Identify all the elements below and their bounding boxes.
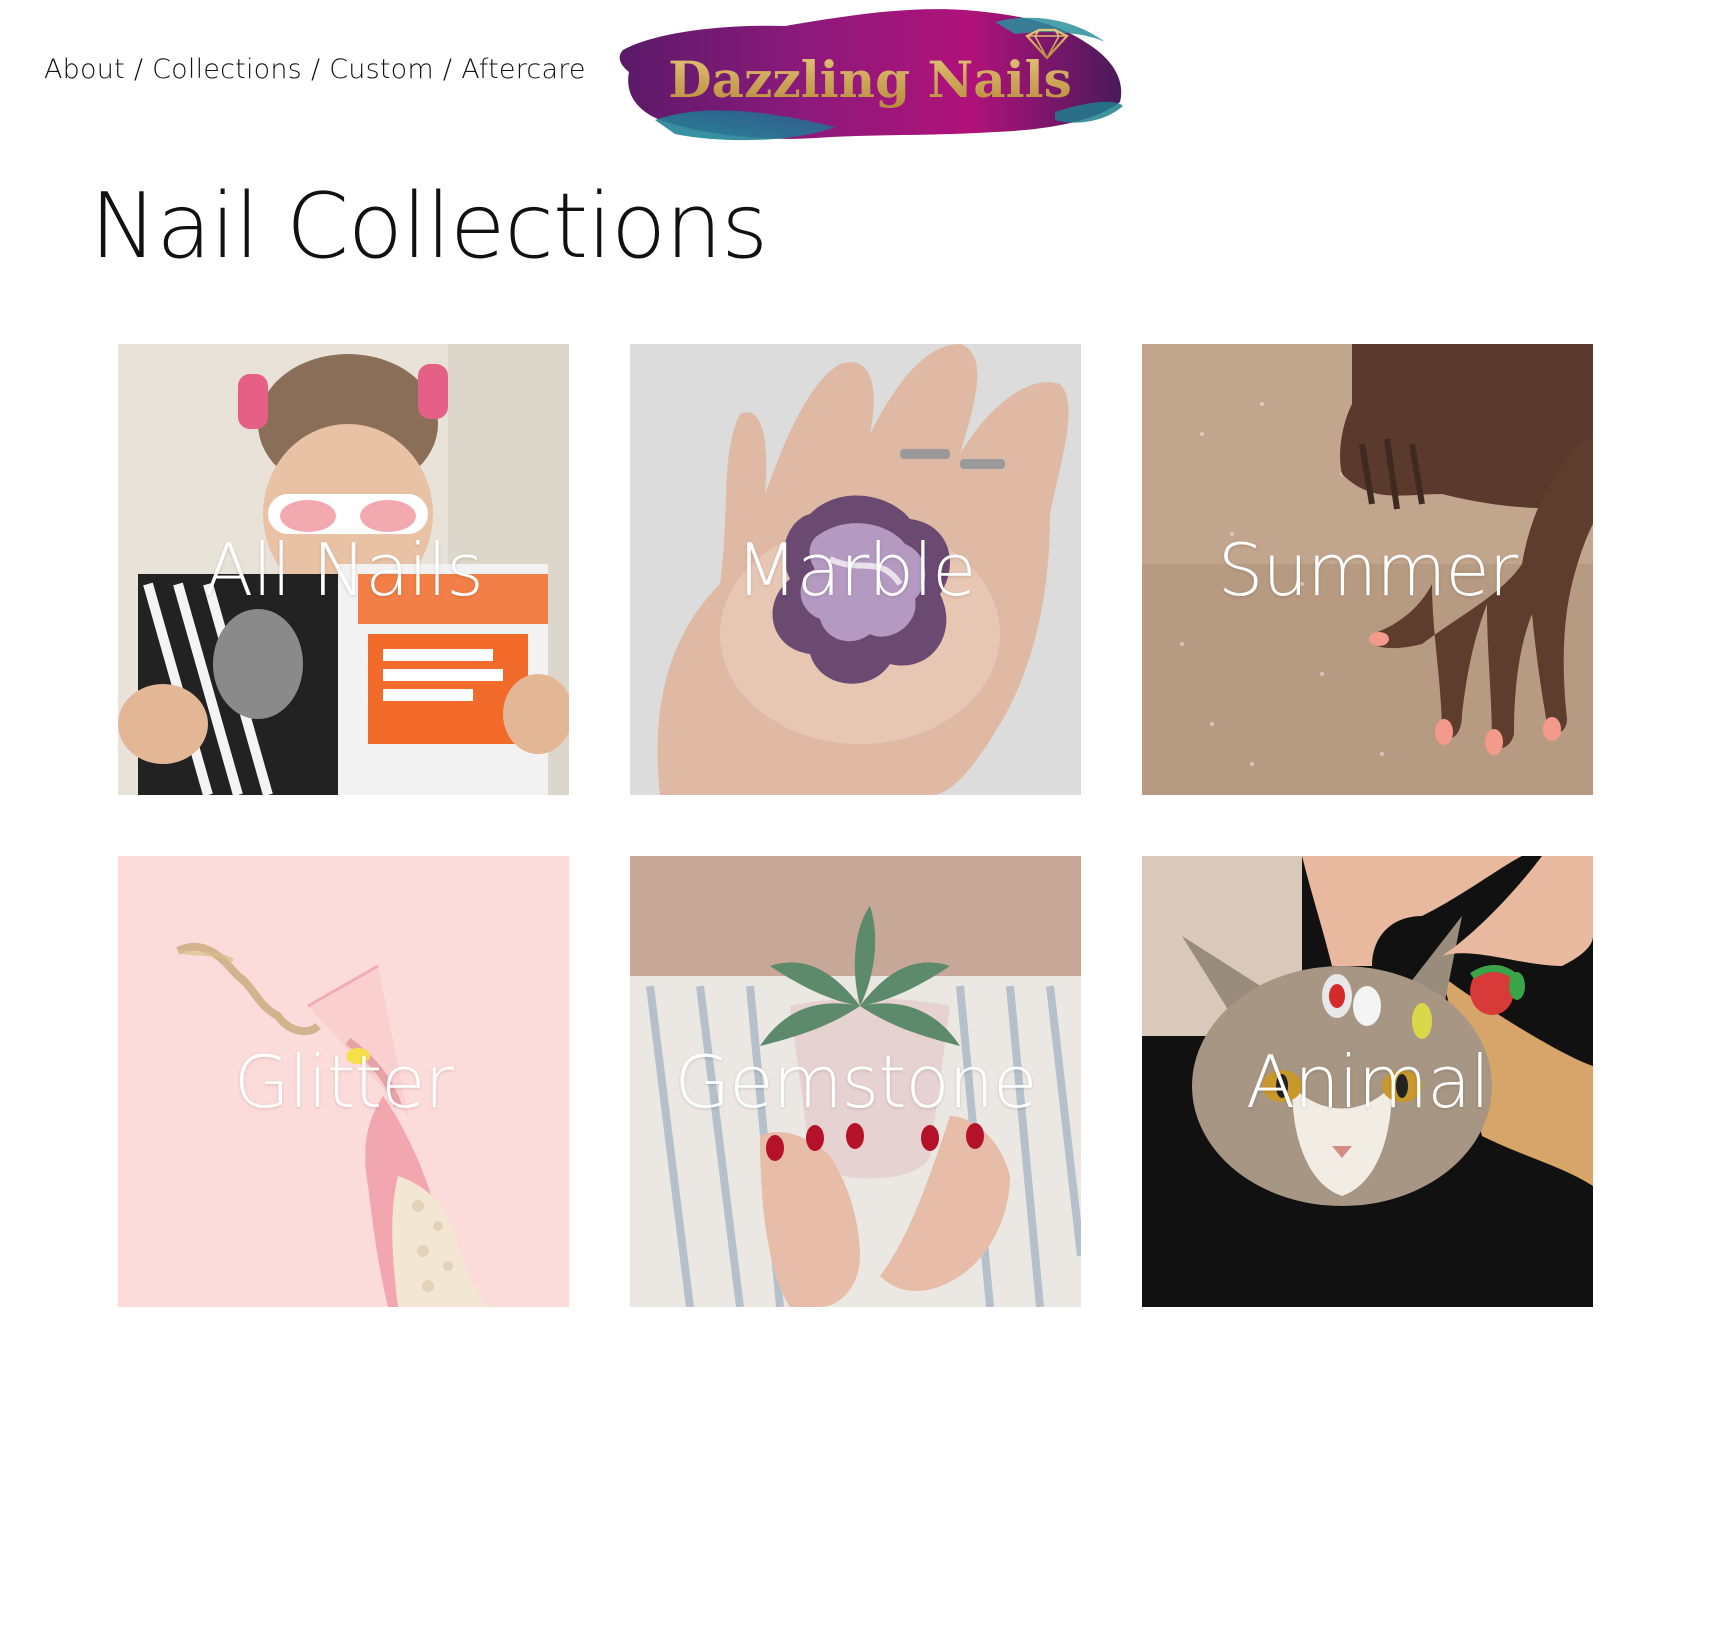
collection-label: All Nails: [204, 527, 484, 612]
nav-separator: /: [310, 54, 321, 85]
collection-tile-gemstone[interactable]: Gemstone: [630, 856, 1081, 1307]
collection-tile-glitter[interactable]: Glitter: [118, 856, 569, 1307]
nav-aftercare-link[interactable]: Aftercare: [461, 54, 586, 85]
collection-label: Animal: [1245, 1039, 1490, 1124]
nav-separator: /: [442, 54, 453, 85]
collection-label: Marble: [735, 527, 977, 612]
page-title: Nail Collections: [90, 174, 768, 279]
collections-grid: All Nails Marble Summer Glitter Gemstone…: [118, 344, 1593, 1307]
collection-tile-marble[interactable]: Marble: [630, 344, 1081, 795]
collection-tile-summer[interactable]: Summer: [1142, 344, 1593, 795]
logo-text: Dazzling Nails: [668, 50, 1072, 109]
collection-label: Glitter: [233, 1039, 454, 1124]
nav-custom-link[interactable]: Custom: [329, 54, 434, 85]
collection-tile-all-nails[interactable]: All Nails: [118, 344, 569, 795]
nav-collections-link[interactable]: Collections: [152, 54, 302, 85]
collection-label: Summer: [1217, 527, 1519, 612]
nav-separator: /: [133, 54, 144, 85]
collection-label: Gemstone: [674, 1039, 1038, 1124]
top-nav: About / Collections / Custom / Aftercare: [44, 54, 586, 85]
site-logo[interactable]: Dazzling Nails: [615, 2, 1127, 147]
collection-tile-animal[interactable]: Animal: [1142, 856, 1593, 1307]
nav-about-link[interactable]: About: [44, 54, 125, 85]
